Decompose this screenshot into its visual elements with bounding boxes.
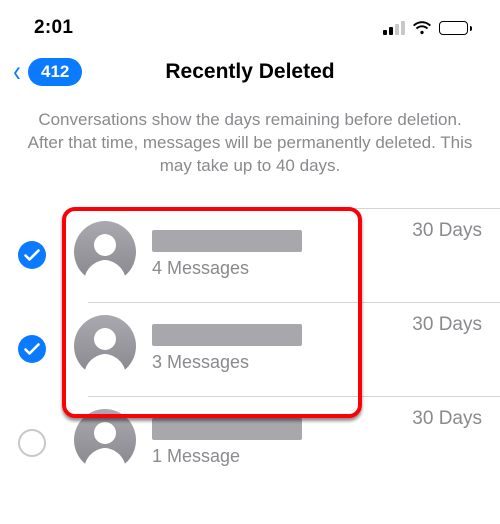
list-item[interactable]: 3 Messages 30 Days — [0, 302, 500, 396]
checkbox-unchecked-icon[interactable] — [18, 429, 46, 457]
list-item[interactable]: 1 Message 30 Days — [0, 396, 500, 490]
row-main: 3 Messages — [152, 324, 412, 373]
status-icons — [383, 21, 472, 35]
row-main: 1 Message — [152, 418, 412, 467]
avatar-icon — [74, 315, 136, 382]
days-remaining: 30 Days — [412, 220, 482, 242]
description-text: Conversations show the days remaining be… — [0, 109, 500, 178]
conversation-list: 4 Messages 30 Days 3 Messages 30 Days — [0, 208, 500, 490]
cellular-icon — [383, 21, 405, 35]
list-item[interactable]: 4 Messages 30 Days — [0, 208, 500, 302]
avatar-icon — [74, 409, 136, 476]
wifi-icon — [412, 21, 432, 35]
redacted-name — [152, 418, 302, 440]
status-time: 2:01 — [34, 17, 73, 39]
nav-bar: ‹ 412 Recently Deleted — [0, 48, 500, 96]
days-remaining: 30 Days — [412, 314, 482, 336]
row-main: 4 Messages — [152, 230, 412, 279]
redacted-name — [152, 230, 302, 252]
message-count: 1 Message — [152, 446, 412, 467]
battery-icon — [439, 21, 472, 35]
message-count: 3 Messages — [152, 352, 412, 373]
status-bar: 2:01 — [0, 0, 500, 48]
checkbox-checked-icon[interactable] — [18, 241, 46, 269]
days-remaining: 30 Days — [412, 408, 482, 430]
avatar-icon — [74, 221, 136, 288]
chevron-left-icon: ‹ — [13, 57, 21, 87]
checkbox-checked-icon[interactable] — [18, 335, 46, 363]
redacted-name — [152, 324, 302, 346]
back-button[interactable]: ‹ 412 — [12, 57, 82, 87]
message-count: 4 Messages — [152, 258, 412, 279]
back-badge-count: 412 — [28, 58, 82, 85]
